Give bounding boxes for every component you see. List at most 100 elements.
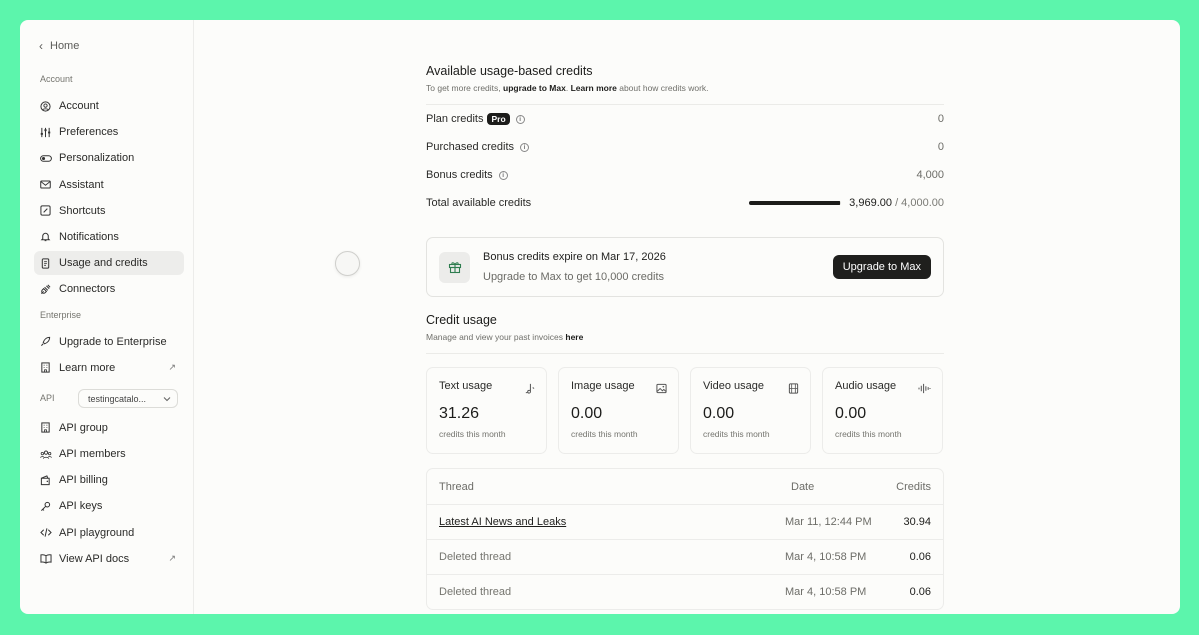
sidebar-item-assistant[interactable]: Assistant [34, 173, 184, 197]
bonus-credits-value: 4,000 [916, 169, 944, 181]
receipt-icon [40, 258, 56, 269]
upgrade-to-max-button[interactable]: Upgrade to Max [832, 255, 931, 279]
sidebar-item-usage-and-credits[interactable]: Usage and credits [34, 251, 184, 276]
sidebar-item-label: API members [59, 448, 126, 461]
card-caption: credits this month [439, 429, 506, 439]
card-value: 0.00 [703, 405, 735, 422]
total-credits-label: Total available credits [426, 197, 532, 209]
sidebar-item-api-members[interactable]: API members [34, 442, 184, 466]
thread-link[interactable]: Latest AI News and Leaks [439, 516, 566, 528]
users-icon [40, 449, 56, 460]
building-icon [40, 422, 56, 433]
row-credits: 30.94 [903, 516, 931, 528]
wallet-icon [40, 475, 56, 486]
video-usage-card: Video usage 0.00 credits this month [690, 367, 811, 454]
sidebar-item-api-keys[interactable]: API keys [34, 494, 184, 518]
key-icon [40, 501, 56, 512]
book-icon [40, 553, 56, 565]
plan-credits-label: Plan credits [426, 113, 484, 125]
bonus-expiry-banner: Bonus credits expire on Mar 17, 2026 Upg… [426, 237, 944, 297]
waveform-icon [918, 381, 931, 399]
bell-icon [40, 231, 56, 242]
sidebar-item-label: Usage and credits [59, 257, 148, 270]
credit-usage-section: Credit usage Manage and view your past i… [426, 313, 944, 610]
toggle-icon [40, 153, 56, 164]
pro-badge: Pro [487, 113, 510, 125]
sidebar-item-api-billing[interactable]: API billing [34, 468, 184, 492]
sidebar-item-connectors[interactable]: Connectors [34, 277, 184, 301]
purchased-credits-value: 0 [937, 141, 944, 153]
purchased-credits-label: Purchased credits [426, 141, 515, 153]
sidebar-item-api-group[interactable]: API group [34, 416, 184, 440]
table-row: Latest AI News and Leaks Mar 11, 12:44 P… [427, 504, 943, 539]
card-title: Video usage [703, 380, 764, 392]
api-org-select[interactable]: testingcatalo... [78, 389, 178, 409]
chevron-left-icon: ‹ [39, 39, 43, 53]
card-caption: credits this month [571, 429, 638, 439]
sidebar-item-label: Connectors [59, 283, 116, 296]
plan-credits-row: Plan credits Pro i 0 [426, 105, 944, 133]
promo-title: Bonus credits expire on Mar 17, 2026 [483, 251, 666, 263]
rocket-icon [40, 336, 56, 347]
sidebar-item-notifications[interactable]: Notifications [34, 225, 184, 249]
usage-table: Thread Date Credits Latest AI News and L… [426, 468, 944, 610]
home-link[interactable]: ‹ Home [39, 38, 183, 54]
section-label-enterprise: Enterprise [40, 309, 82, 320]
user-circle-icon [40, 100, 56, 112]
card-value: 31.26 [439, 405, 480, 422]
card-value: 0.00 [571, 405, 603, 422]
row-credits: 0.06 [909, 586, 931, 598]
row-credits: 0.06 [909, 551, 931, 563]
table-row: Deleted thread Mar 4, 10:58 PM 0.06 [427, 539, 943, 574]
credits-progress-bar [749, 201, 842, 205]
loading-spinner-icon [335, 251, 360, 276]
info-icon[interactable]: i [498, 170, 508, 180]
chevron-down-icon [163, 394, 171, 404]
building-icon [40, 362, 56, 373]
purchased-credits-row: Purchased credits i 0 [426, 133, 944, 161]
sidebar-item-learn-more[interactable]: Learn more ↗ [34, 356, 184, 380]
sidebar-item-label: Account [59, 100, 99, 112]
gift-icon [439, 251, 470, 283]
upgrade-to-max-link[interactable]: upgrade to Max [503, 83, 566, 93]
card-caption: credits this month [835, 429, 902, 439]
sidebar-item-shortcuts[interactable]: Shortcuts [34, 199, 184, 223]
credits-title: Available usage-based credits [426, 64, 593, 78]
sidebar-item-label: Preferences [59, 126, 119, 139]
sidebar: ‹ Home Account Account Preferences Perso… [20, 20, 194, 614]
row-date: Mar 4, 10:58 PM [785, 586, 867, 598]
external-link-icon: ↗ [168, 553, 176, 564]
info-icon[interactable]: i [515, 114, 525, 124]
learn-more-link[interactable]: Learn more [571, 83, 617, 93]
sidebar-item-upgrade-enterprise[interactable]: Upgrade to Enterprise [34, 330, 184, 354]
image-icon [656, 381, 667, 399]
plug-icon [40, 284, 56, 295]
credits-subtitle: To get more credits, upgrade to Max. Lea… [426, 83, 709, 93]
total-credits-row: Total available credits 3,969.00 / 4,000… [426, 189, 944, 217]
card-title: Audio usage [835, 380, 897, 392]
sidebar-item-preferences[interactable]: Preferences [34, 120, 184, 144]
sidebar-item-label: API playground [59, 526, 135, 539]
info-icon[interactable]: i [520, 142, 530, 152]
sidebar-item-label: API group [59, 421, 108, 434]
sidebar-item-label: Assistant [59, 178, 104, 191]
settings-window: ‹ Home Account Account Preferences Perso… [20, 20, 1180, 614]
sidebar-item-label: Upgrade to Enterprise [59, 335, 167, 348]
sidebar-item-api-playground[interactable]: API playground [34, 521, 184, 545]
shortcut-icon [40, 205, 56, 216]
usage-cards: Text usage 31.26 credits this month Imag… [426, 367, 944, 454]
api-org-select-value: testingcatalo... [88, 393, 147, 404]
sidebar-item-view-api-docs[interactable]: View API docs ↗ [34, 547, 184, 571]
sidebar-item-label: API billing [59, 474, 108, 487]
sidebar-item-account[interactable]: Account [34, 94, 184, 118]
sidebar-item-label: Personalization [59, 152, 135, 165]
sidebar-item-personalization[interactable]: Personalization [34, 146, 184, 170]
sidebar-item-label: Notifications [59, 230, 119, 243]
external-link-icon: ↗ [168, 362, 176, 373]
divider [426, 353, 944, 354]
plan-credits-value: 0 [937, 113, 944, 125]
audio-usage-card: Audio usage 0.00 credits this month [822, 367, 943, 454]
sliders-icon [40, 127, 56, 138]
invoices-link[interactable]: here [565, 332, 583, 342]
promo-subtitle: Upgrade to Max to get 10,000 credits [483, 271, 664, 283]
